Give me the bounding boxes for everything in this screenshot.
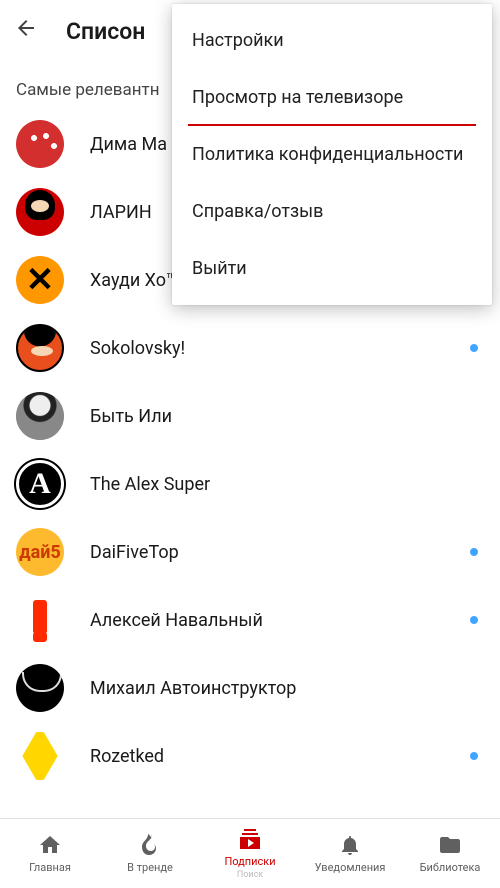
menu-item[interactable]: Справка/отзыв xyxy=(172,183,492,240)
back-arrow-icon[interactable] xyxy=(14,16,48,46)
channel-name: Алексей Навальный xyxy=(90,610,470,631)
channel-name: DaiFiveTop xyxy=(90,542,470,563)
channel-avatar: дай5 xyxy=(16,528,64,576)
channel-row[interactable]: A The Alex Super xyxy=(0,450,500,518)
channel-avatar xyxy=(16,732,64,780)
subscriptions-icon xyxy=(237,827,263,851)
nav-item-folder[interactable]: Библиотека xyxy=(400,819,500,888)
channel-row[interactable]: дай5 DaiFiveTop xyxy=(0,518,500,586)
menu-item[interactable]: Просмотр на телевизоре xyxy=(188,69,476,126)
home-icon xyxy=(37,833,63,857)
fire-icon xyxy=(137,833,163,857)
nav-label: Подписки xyxy=(224,855,275,868)
nav-label: Уведомления xyxy=(315,861,386,874)
nav-item-fire[interactable]: В тренде xyxy=(100,819,200,888)
bell-icon xyxy=(337,833,363,857)
new-content-dot xyxy=(470,616,478,624)
new-content-dot xyxy=(470,752,478,760)
channel-avatar xyxy=(16,324,64,372)
channel-row[interactable]: Михаил Автоинструктор xyxy=(0,654,500,722)
channel-avatar xyxy=(16,392,64,440)
menu-item[interactable]: Настройки xyxy=(172,12,492,69)
channel-name: Быть Или xyxy=(90,406,484,427)
channel-row[interactable]: Rozetked xyxy=(0,722,500,790)
folder-icon xyxy=(437,833,463,857)
channel-name: Михаил Автоинструктор xyxy=(90,678,484,699)
channel-avatar: A xyxy=(16,460,64,508)
channel-name: Rozetked xyxy=(90,746,470,767)
new-content-dot xyxy=(470,344,478,352)
new-content-dot xyxy=(470,548,478,556)
channel-avatar xyxy=(16,188,64,236)
nav-item-subscriptions[interactable]: Подписки Поиск xyxy=(200,819,300,888)
channel-avatar xyxy=(16,596,64,644)
nav-item-bell[interactable]: Уведомления xyxy=(300,819,400,888)
nav-sublabel: Поиск xyxy=(237,870,263,880)
channel-row[interactable]: Быть Или xyxy=(0,382,500,450)
channel-avatar xyxy=(16,120,64,168)
channel-row[interactable]: Алексей Навальный xyxy=(0,586,500,654)
menu-item[interactable]: Политика конфиденциальности xyxy=(172,126,492,183)
nav-label: Библиотека xyxy=(420,861,481,874)
channel-name: The Alex Super xyxy=(90,474,484,495)
nav-label: В тренде xyxy=(127,861,173,874)
page-title: Списон xyxy=(66,18,145,45)
nav-label: Главная xyxy=(29,861,71,874)
channel-avatar: ✕ xyxy=(16,256,64,304)
channel-avatar xyxy=(16,664,64,712)
channel-name: Sokolovsky! xyxy=(90,338,470,359)
menu-item[interactable]: Выйти xyxy=(172,240,492,297)
channel-row[interactable]: Sokolovsky! xyxy=(0,314,500,382)
overflow-menu: НастройкиПросмотр на телевизореПолитика … xyxy=(172,4,492,305)
bottom-nav: Главная В тренде Подписки Поиск Уведомления Б… xyxy=(0,818,500,888)
nav-item-home[interactable]: Главная xyxy=(0,819,100,888)
